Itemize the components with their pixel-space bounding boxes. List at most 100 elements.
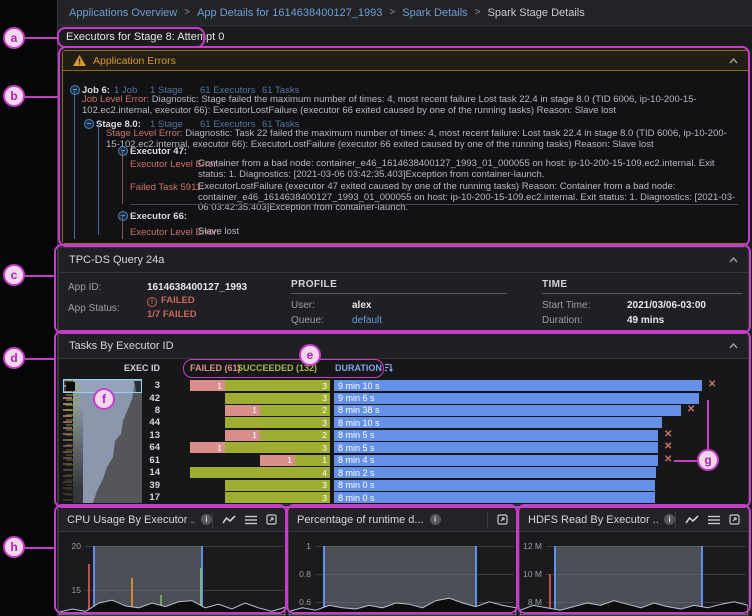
chart-card: CPU Usage By Executor ... i 20 15 <box>58 507 286 616</box>
column-header-duration[interactable]: DURATION <box>335 363 394 373</box>
expand-icon[interactable] <box>729 514 740 525</box>
duration-bar[interactable]: 8 min 5 s <box>334 442 658 454</box>
area-series <box>59 599 285 615</box>
list-icon[interactable] <box>245 515 257 525</box>
exec-id-value: 14 <box>149 467 160 479</box>
area-series <box>289 597 516 615</box>
line-chart-icon[interactable] <box>222 514 236 525</box>
column-header-exec-id[interactable]: EXEC ID <box>99 363 160 373</box>
task-count-bars: 13 <box>190 442 330 454</box>
collapse-chevron-icon[interactable] <box>729 257 738 263</box>
breadcrumb-item[interactable]: App Details for 1614638400127_1993 <box>197 7 382 19</box>
queue-value-link[interactable]: default <box>352 315 382 326</box>
succeeded-bar-segment[interactable]: 3 <box>225 479 330 491</box>
executor-lost-icon[interactable]: ✕ <box>687 404 695 415</box>
expand-icon[interactable] <box>497 514 508 525</box>
breadcrumb-item[interactable]: Spark Stage Details <box>488 7 585 19</box>
app-window: Applications Overview > App Details for 16… <box>57 0 752 616</box>
spark-stage-details-screen: { "breadcrumb": { "separator": ">", "ite… <box>0 0 752 616</box>
tree-guide-line <box>98 123 99 235</box>
executor-lost-icon[interactable]: ✕ <box>708 379 716 390</box>
annotation-line-h <box>25 547 54 549</box>
exec-id-value: 17 <box>149 492 160 504</box>
task-row: 64 1 3 8 min 5 s ✕ <box>59 441 748 454</box>
executor-error-text: ExecutorLostFailure (executor 47 exited … <box>198 181 736 213</box>
failed-bar-segment[interactable]: 1 <box>190 442 225 454</box>
duration-value: 49 mins <box>627 315 665 326</box>
succeeded-bar-segment[interactable]: 2 <box>260 404 330 416</box>
info-icon[interactable]: i <box>664 514 675 525</box>
list-icon[interactable] <box>708 515 720 525</box>
column-header-failed[interactable]: FAILED (61) <box>190 363 241 373</box>
executor-lost-icon[interactable]: ✕ <box>664 429 672 440</box>
duration-bar[interactable]: 8 min 5 s <box>334 429 658 441</box>
chart-plot-area[interactable]: 12 M 10 M8 M <box>520 532 748 615</box>
duration-bar[interactable]: 9 min 6 s <box>334 392 699 404</box>
column-header-succeeded[interactable]: SUCCEEDED (132) <box>237 363 317 373</box>
collapse-node-icon[interactable]: − <box>84 119 94 129</box>
tree-guide-line <box>122 150 123 204</box>
annotation-line-c <box>25 275 54 277</box>
task-row: 14 4 8 min 2 s <box>59 467 748 479</box>
duration-bar[interactable]: 8 min 0 s <box>334 492 655 504</box>
chart-title: Percentage of runtime d... <box>297 513 424 526</box>
collapse-node-icon[interactable]: − <box>118 211 128 221</box>
executor-lost-icon[interactable]: ✕ <box>664 441 672 452</box>
collapse-node-icon[interactable]: − <box>118 146 128 156</box>
task-count-bars: 4 <box>190 467 330 479</box>
duration-bar[interactable]: 8 min 0 s <box>334 479 655 491</box>
breadcrumb-item[interactable]: Applications Overview <box>69 7 177 19</box>
collapse-node-icon[interactable]: − <box>70 85 80 95</box>
info-icon[interactable]: i <box>429 514 441 525</box>
succeeded-bar-segment[interactable]: 3 <box>225 417 330 429</box>
task-count-bars: 12 <box>190 404 330 416</box>
duration-bar[interactable]: 8 min 2 s <box>334 467 656 479</box>
query-summary-panel: TPC-DS Query 24a App ID: 1614638400127_1… <box>58 247 749 331</box>
duration-bar[interactable]: 8 min 4 s <box>334 454 658 466</box>
duration-bar[interactable]: 8 min 38 s <box>334 404 681 416</box>
failed-bar-segment[interactable]: 1 <box>190 380 225 391</box>
chart-plot-area[interactable]: 20 15 <box>59 532 285 615</box>
application-errors-panel: Application Errors − Job 6: 1 Job 1 Stage 61… <box>62 50 749 244</box>
profile-section-header: PROFILE <box>291 279 507 294</box>
app-status-failed: ! FAILED <box>147 295 195 307</box>
executor-lost-icon[interactable]: ✕ <box>664 454 672 465</box>
duration-bar[interactable]: 8 min 10 s <box>334 417 662 429</box>
annotation-marker-d: d <box>3 347 25 369</box>
succeeded-bar-segment[interactable]: 3 <box>225 442 330 454</box>
annotation-line-a <box>25 37 57 39</box>
succeeded-bar-segment[interactable]: 1 <box>295 454 330 466</box>
app-id-value: 1614638400127_1993 <box>147 282 248 293</box>
succeeded-bar-segment[interactable]: 3 <box>225 392 330 404</box>
query-summary-header[interactable]: TPC-DS Query 24a <box>59 248 748 273</box>
chart-title: HDFS Read By Executor ... <box>528 513 658 526</box>
chart-card: HDFS Read By Executor ... i 12 M 10 M8 M <box>519 507 749 616</box>
failed-status-icon: ! <box>147 296 157 307</box>
line-chart-icon[interactable] <box>685 514 699 525</box>
minimap-viewport[interactable] <box>63 379 142 393</box>
succeeded-bar-segment[interactable]: 3 <box>225 380 330 391</box>
exec-id-value: 8 <box>154 404 160 416</box>
info-icon[interactable]: i <box>201 514 212 525</box>
failed-bar-segment[interactable]: 1 <box>260 454 295 466</box>
application-errors-header[interactable]: Application Errors <box>63 51 748 71</box>
y-axis-tick-label: 0.8 <box>299 569 311 579</box>
exec-id-value: 42 <box>149 392 160 404</box>
user-label: User: <box>291 300 315 311</box>
app-status-ratio: 1/7 FAILED <box>147 309 197 320</box>
chart-card: Percentage of runtime d... i 1 0.8 0.6 <box>288 507 517 616</box>
sort-icon <box>385 363 394 372</box>
succeeded-bar-segment[interactable]: 2 <box>260 429 330 441</box>
collapse-chevron-icon[interactable] <box>729 343 738 349</box>
succeeded-bar-segment[interactable]: 3 <box>225 492 330 504</box>
breadcrumb-item[interactable]: Spark Details <box>402 7 467 19</box>
duration-bar[interactable]: 9 min 10 s <box>334 380 702 391</box>
chart-card-header: HDFS Read By Executor ... i <box>520 508 748 532</box>
expand-icon[interactable] <box>266 514 277 525</box>
succeeded-bar-segment[interactable]: 4 <box>190 467 330 479</box>
failed-bar-segment[interactable]: 1 <box>225 429 260 441</box>
collapse-chevron-icon[interactable] <box>729 57 738 64</box>
chart-plot-area[interactable]: 1 0.8 0.6 <box>289 532 516 615</box>
tasks-panel-header[interactable]: Tasks By Executor ID <box>59 334 748 359</box>
failed-bar-segment[interactable]: 1 <box>225 404 260 416</box>
